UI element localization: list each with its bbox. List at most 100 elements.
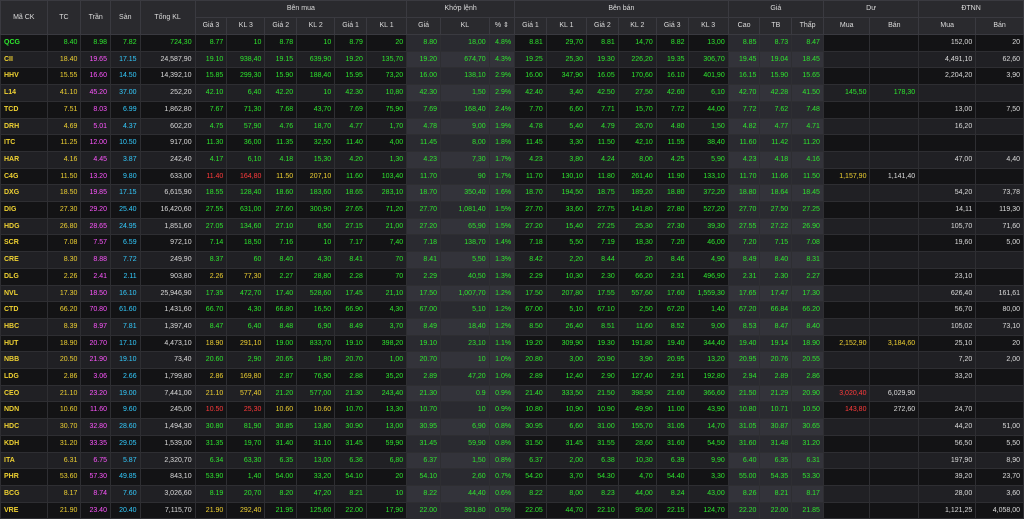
table-row[interactable]: NVL 17.30 18.50 16.10 25,946,90 17.35 472,70 17…: [0, 284, 1024, 303]
col-remain-sell[interactable]: Bán: [869, 17, 920, 35]
cell-symbol[interactable]: PHR: [0, 468, 48, 486]
cell-symbol[interactable]: DXG: [0, 184, 48, 203]
cell-symbol[interactable]: NVL: [0, 284, 48, 303]
col-high[interactable]: Cao: [727, 17, 761, 35]
col-floor[interactable]: Sàn: [109, 0, 141, 35]
table-row[interactable]: HDG 26.80 28.65 24.95 1,851,60 27.05 134,60 27.…: [0, 217, 1024, 236]
col-match-pct[interactable]: % ⇕: [488, 17, 516, 35]
table-row[interactable]: DXG 18.50 19.85 17.15 6,615,90 18.55 128,40 18.…: [0, 184, 1024, 203]
table-row[interactable]: L14 41.10 45.20 37.00 252,20 42.10 6,40 42.20 10…: [0, 84, 1024, 102]
cell-match-price: 27.20: [406, 217, 442, 236]
cell-symbol[interactable]: DLG: [0, 267, 48, 286]
table-row[interactable]: CEO 21.10 23.20 19.00 7,441,00 21.10 577,40 21.…: [0, 384, 1024, 403]
col-sell-price3[interactable]: Giá 3: [655, 17, 689, 35]
cell-symbol[interactable]: CRE: [0, 251, 48, 269]
table-row[interactable]: HAR 4.16 4.45 3.87 242,40 4.17 6,10 4.18 15,30 4.…: [0, 150, 1024, 169]
cell-symbol[interactable]: ITA: [0, 451, 48, 470]
table-row[interactable]: HHV 15.55 16.60 14.50 14,392,10 15.85 299,30 15…: [0, 67, 1024, 86]
cell-symbol[interactable]: SCR: [0, 234, 48, 253]
table-row[interactable]: PHR 53.60 57.30 49.85 843,10 53.90 1,40 54.00 33…: [0, 468, 1024, 486]
table-row[interactable]: TCD 7.51 8.03 6.99 1,862,80 7.67 71,30 7.68 43,7…: [0, 100, 1024, 119]
cell-symbol[interactable]: HUT: [0, 334, 48, 353]
table-row[interactable]: ITC 11.25 12.00 10.50 917,00 11.30 36,00 11.35 3…: [0, 134, 1024, 152]
table-row[interactable]: VRE 21.90 23.40 20.40 7,115,70 21.90 292,40 21.…: [0, 501, 1024, 519]
cell-buy-vol3: 6,40: [226, 84, 266, 102]
table-row[interactable]: CRE 8.30 8.88 7.72 249,90 8.37 60 8.40 4,30 8.41 7…: [0, 251, 1024, 269]
cell-symbol[interactable]: CTD: [0, 301, 48, 319]
cell-symbol[interactable]: NDN: [0, 401, 48, 420]
cell-symbol[interactable]: HDC: [0, 418, 48, 436]
table-row[interactable]: QCG 8.40 8.98 7.82 724,30 8.77 10 8.78 10 8.79 20 8…: [0, 34, 1024, 52]
col-buy-price3[interactable]: Giá 3: [194, 17, 228, 35]
col-low[interactable]: Thấp: [791, 17, 824, 35]
col-ceil[interactable]: Trần: [80, 0, 111, 35]
table-row[interactable]: DLG 2.26 2.41 2.11 903,80 2.26 77,30 2.27 28,80 2…: [0, 267, 1024, 286]
col-sell-vol2[interactable]: KL 2: [617, 17, 657, 35]
col-ref[interactable]: TC: [46, 0, 82, 35]
cell-symbol[interactable]: DRH: [0, 117, 48, 136]
table-row[interactable]: NDN 10.60 11.60 9.60 245,00 10.50 25,30 10.60 10…: [0, 401, 1024, 420]
cell-symbol[interactable]: BCG: [0, 484, 48, 503]
cell-symbol[interactable]: HHV: [0, 67, 48, 86]
col-remain-buy[interactable]: Mua: [822, 17, 871, 35]
table-row[interactable]: DRH 4.69 5.01 4.37 602,20 4.75 57,90 4.76 18,70 4…: [0, 117, 1024, 136]
cell-sell-vol3: 3,30: [687, 468, 729, 486]
table-row[interactable]: HDC 30.70 32.80 28.60 1,494,30 30.80 81,90 30.8…: [0, 418, 1024, 436]
cell-sell-vol1: 44,70: [545, 501, 588, 519]
cell-foreign-buy: 2,204,20: [918, 67, 977, 86]
col-foreign-sell[interactable]: Bán: [975, 17, 1024, 35]
col-sell-vol1[interactable]: KL 1: [545, 17, 588, 35]
table-row[interactable]: HBC 8.39 8.97 7.81 1,397,40 8.47 6,40 8.48 6,90 8…: [0, 317, 1024, 336]
cell-symbol[interactable]: DIG: [0, 201, 48, 219]
cell-symbol[interactable]: HDG: [0, 217, 48, 236]
table-row[interactable]: SCR 7.08 7.57 6.59 972,10 7.14 18,50 7.16 10 7.17…: [0, 234, 1024, 253]
cell-symbol[interactable]: ITC: [0, 134, 48, 152]
cell-symbol[interactable]: HBC: [0, 317, 48, 336]
col-match-vol[interactable]: KL: [440, 17, 490, 35]
col-sell-price2[interactable]: Giá 2: [586, 17, 619, 35]
col-buy-vol3[interactable]: KL 3: [226, 17, 266, 35]
col-sell-price1[interactable]: Giá 1: [514, 17, 547, 35]
cell-match-vol: 90: [440, 167, 490, 186]
cell-symbol[interactable]: CII: [0, 50, 48, 69]
table-row[interactable]: HUT 18.90 20.70 17.10 4,473,10 18.90 291,10 19.…: [0, 334, 1024, 353]
cell-total-vol: 1,851,60: [139, 217, 196, 236]
cell-sell-price1: 18.70: [514, 184, 547, 203]
table-row[interactable]: C4G 11.50 13.20 9.80 633,00 11.40 164,80 11.50 2…: [0, 167, 1024, 186]
table-row[interactable]: LDG 2.86 3.06 2.66 1,799,80 2.86 169,80 2.87 76,…: [0, 368, 1024, 386]
table-row[interactable]: BCG 8.17 8.74 7.60 3,026,60 8.19 20,70 8.20 47,2…: [0, 484, 1024, 503]
cell-symbol[interactable]: HAR: [0, 150, 48, 169]
col-sell-vol3[interactable]: KL 3: [687, 17, 729, 35]
col-buy-price2[interactable]: Giá 2: [264, 17, 298, 35]
col-buy-vol1[interactable]: KL 1: [365, 17, 408, 35]
col-match-price[interactable]: Giá: [406, 17, 442, 35]
col-buy-price1[interactable]: Giá 1: [334, 17, 367, 35]
col-symbol[interactable]: Mã CK: [0, 0, 48, 35]
cell-avg: 54.35: [759, 468, 793, 486]
cell-foreign-buy: 14,11: [918, 201, 977, 219]
cell-symbol[interactable]: CEO: [0, 384, 48, 403]
table-row[interactable]: CII 18.40 19.65 17.15 24,587,90 19.10 938,40 19…: [0, 50, 1024, 69]
cell-total-vol: 245,00: [139, 401, 196, 420]
table-row[interactable]: DIG 27.30 29.20 25.40 16,420,60 27.55 631,00 27…: [0, 201, 1024, 219]
cell-symbol[interactable]: VRE: [0, 501, 48, 519]
cell-buy-vol2: 15,30: [296, 150, 336, 169]
cell-match-pct: 1.5%: [488, 217, 516, 236]
cell-symbol[interactable]: L14: [0, 84, 48, 102]
cell-symbol[interactable]: TCD: [0, 100, 48, 119]
table-row[interactable]: CTD 66.20 70.80 61.60 1,431,60 66.70 4,30 66.80…: [0, 301, 1024, 319]
col-avg[interactable]: TB: [759, 17, 793, 35]
cell-symbol[interactable]: QCG: [0, 34, 48, 52]
cell-high: 7.72: [727, 100, 761, 119]
cell-match-price: 27.70: [406, 201, 442, 219]
table-row[interactable]: NBB 20.50 21.90 19.10 73,40 20.60 2,90 20.65 1,8…: [0, 351, 1024, 370]
table-row[interactable]: ITA 6.31 6.75 5.87 2,320,70 6.34 63,30 6.35 13,0…: [0, 451, 1024, 470]
col-foreign-buy[interactable]: Mua: [918, 17, 977, 35]
cell-symbol[interactable]: C4G: [0, 167, 48, 186]
col-total-vol[interactable]: Tổng KL: [139, 0, 196, 35]
cell-buy-price1: 7.69: [334, 100, 367, 119]
cell-symbol[interactable]: NBB: [0, 351, 48, 370]
col-buy-vol2[interactable]: KL 2: [296, 17, 336, 35]
cell-symbol[interactable]: LDG: [0, 368, 48, 386]
cell-match-vol: 138,70: [440, 234, 490, 253]
